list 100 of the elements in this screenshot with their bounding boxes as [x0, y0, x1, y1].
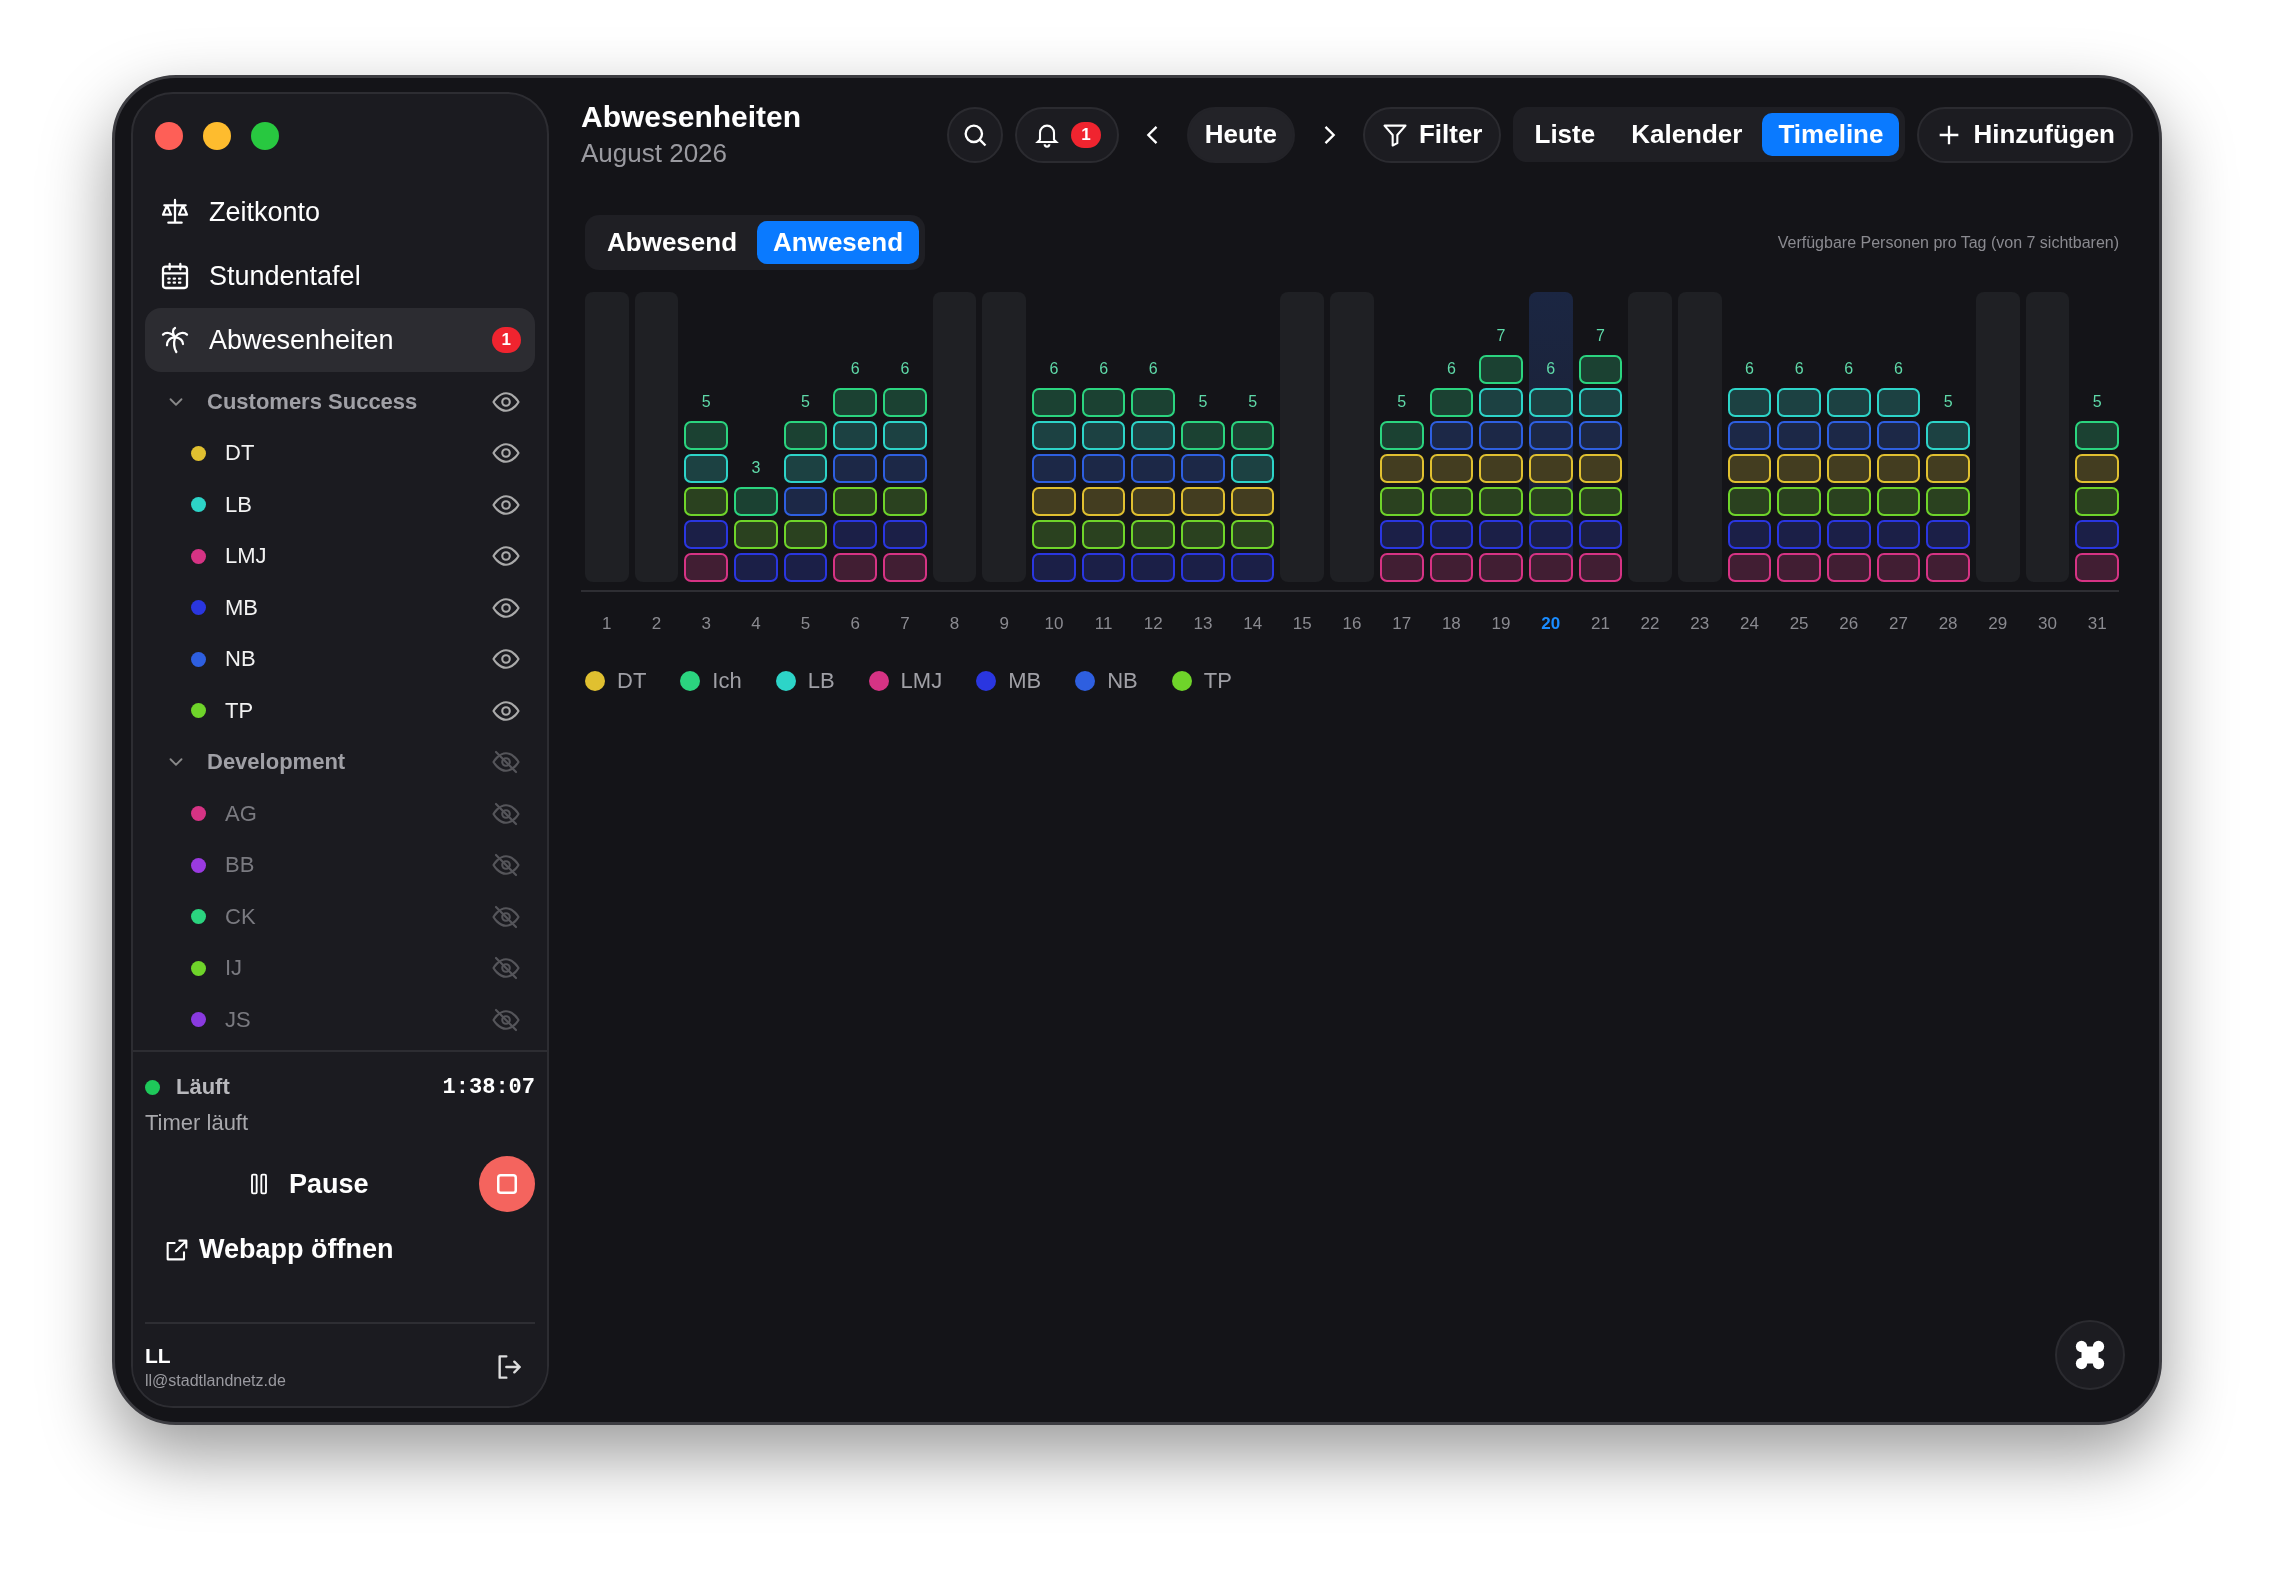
legend-label: TP — [1203, 668, 1232, 694]
chart-caption: Verfügbare Personen pro Tag (von 7 sichtbaren) — [1777, 233, 2119, 252]
legend-label: DT — [617, 668, 647, 694]
zoom-button[interactable] — [251, 122, 279, 150]
member-row[interactable]: CK — [145, 891, 535, 943]
add-button[interactable]: Hinzufügen — [1917, 106, 2133, 163]
mode-tab[interactable]: Abwesend — [591, 221, 754, 264]
count-badge: 1 — [491, 327, 521, 353]
view-tab[interactable]: Liste — [1518, 113, 1612, 156]
member-row[interactable]: NB — [145, 633, 535, 685]
member-row[interactable]: LMJ — [145, 530, 535, 582]
count-label: 6 — [1545, 360, 1557, 378]
day-label: 24 — [1738, 614, 1760, 634]
count-label: 6 — [1843, 360, 1855, 378]
member-row[interactable]: AG — [145, 788, 535, 840]
day-label: 13 — [1192, 614, 1214, 634]
mode-tab[interactable]: Anwesend — [757, 221, 920, 264]
nav-item[interactable]: Zeitkonto — [145, 180, 535, 244]
nav-item[interactable]: Abwesenheiten 1 — [145, 308, 535, 372]
view-tab[interactable]: Timeline — [1762, 113, 1900, 156]
day-label: 25 — [1788, 614, 1810, 634]
notifications-button[interactable]: 1 — [1015, 106, 1119, 163]
day-label: 26 — [1838, 614, 1860, 634]
legend-label: LB — [807, 668, 835, 694]
count-label: 7 — [1594, 327, 1606, 345]
member-row[interactable]: DT — [145, 427, 535, 479]
group-row[interactable]: Customers Success — [145, 376, 535, 428]
day-label: 17 — [1391, 614, 1413, 634]
count-label: 5 — [2091, 393, 2103, 411]
calendar-icon — [159, 260, 191, 292]
day-label: 20 — [1540, 614, 1562, 634]
legend-label: NB — [1107, 668, 1138, 694]
day-label: 15 — [1291, 614, 1313, 634]
count-label: 5 — [1197, 393, 1209, 411]
count-label: 7 — [1495, 327, 1507, 345]
stop-button[interactable] — [479, 1156, 535, 1212]
count-label: 6 — [849, 360, 861, 378]
member-row[interactable]: TP — [145, 685, 535, 737]
user-initials: LL — [145, 1344, 172, 1368]
day-label: 30 — [2037, 614, 2058, 634]
close-button[interactable] — [155, 122, 183, 150]
day-label: 2 — [650, 614, 663, 634]
day-label: 1 — [601, 614, 613, 634]
day-label: 7 — [899, 614, 911, 634]
timer-status: Läuft — [176, 1074, 231, 1100]
count-label: 5 — [800, 393, 811, 411]
command-icon — [2073, 1338, 2107, 1372]
count-label: 6 — [1743, 360, 1755, 378]
count-label: 3 — [750, 459, 762, 477]
count-label: 5 — [1396, 393, 1408, 411]
timer-time: 1:38:07 — [442, 1074, 535, 1100]
day-label: 16 — [1341, 614, 1363, 634]
day-label: 12 — [1142, 614, 1164, 634]
member-row[interactable]: IJ — [145, 942, 535, 994]
count-label: 5 — [1942, 393, 1954, 411]
today-button[interactable]: Heute — [1186, 106, 1295, 163]
day-label: 5 — [799, 614, 812, 634]
member-row[interactable]: JS — [145, 994, 535, 1046]
count-label: 6 — [1893, 360, 1904, 378]
user-email: ll@stadtlandnetz.de — [145, 1372, 286, 1390]
day-label: 14 — [1242, 614, 1264, 634]
day-label: 8 — [948, 614, 961, 634]
count-label: 6 — [1445, 360, 1457, 378]
member-row[interactable]: LB — [145, 479, 535, 531]
palm-tree-icon — [159, 324, 191, 356]
day-label: 9 — [998, 614, 1010, 634]
day-label: 22 — [1639, 614, 1661, 634]
page-title: Abwesenheiten — [581, 100, 802, 134]
day-label: 19 — [1490, 614, 1512, 634]
day-label: 21 — [1589, 614, 1611, 634]
pause-button[interactable]: Pause — [245, 1168, 369, 1200]
count-label: 5 — [1247, 393, 1259, 411]
nav-item[interactable]: Stundentafel — [145, 244, 535, 308]
count-label: 5 — [700, 393, 712, 411]
group-row[interactable]: Development — [145, 736, 535, 788]
count-label: 6 — [899, 360, 911, 378]
count-label: 6 — [1098, 360, 1110, 378]
day-label: 23 — [1689, 614, 1711, 634]
member-row[interactable]: MB — [145, 582, 535, 634]
timer-caption: Timer läuft — [145, 1110, 250, 1136]
member-row[interactable]: BB — [145, 839, 535, 891]
legend-label: Ich — [712, 668, 742, 694]
month-label: August 2026 — [581, 138, 728, 169]
filter-button[interactable]: Filter — [1362, 106, 1501, 163]
count-label: 6 — [1793, 360, 1805, 378]
view-tab[interactable]: Kalender — [1615, 113, 1759, 156]
day-label: 4 — [750, 614, 762, 634]
day-label: 11 — [1093, 614, 1114, 634]
legend-label: LMJ — [900, 668, 943, 694]
day-label: 28 — [1937, 614, 1959, 634]
day-label: 29 — [1987, 614, 2009, 634]
legend-label: MB — [1008, 668, 1042, 694]
day-label: 10 — [1043, 614, 1065, 634]
count-label: 6 — [1048, 360, 1060, 378]
minimize-button[interactable] — [203, 122, 231, 150]
day-label: 31 — [2086, 614, 2108, 634]
day-label: 18 — [1440, 614, 1462, 634]
open-webapp-link[interactable]: Webapp öffnen — [163, 1234, 394, 1265]
notification-badge: 1 — [1071, 121, 1101, 148]
day-label: 3 — [700, 614, 712, 634]
